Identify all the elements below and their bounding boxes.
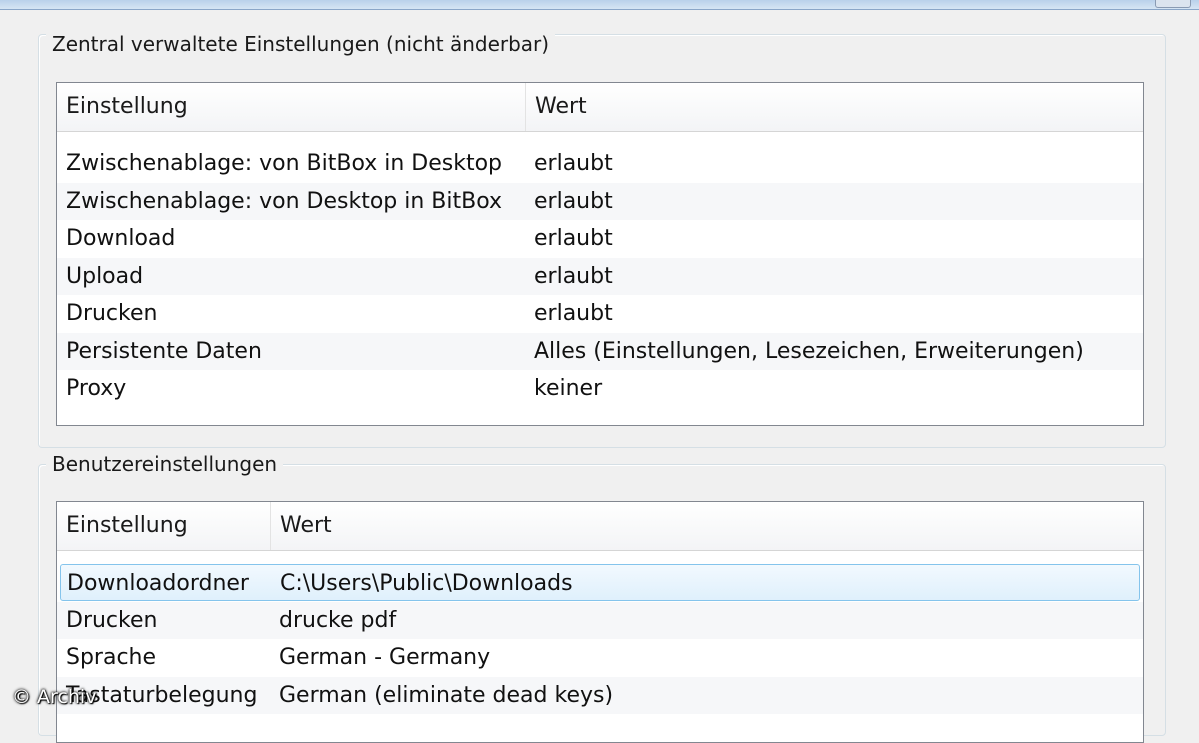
setting-name-cell: Drucken (66, 607, 158, 633)
table-row[interactable]: Drucken erlaubt (57, 295, 1143, 332)
close-button[interactable] (1155, 0, 1191, 8)
list-header: Einstellung Wert (57, 83, 1143, 132)
setting-value-cell: erlaubt (534, 188, 613, 214)
column-header-einstellung[interactable]: Einstellung (57, 502, 270, 550)
dialog-body: Zentral verwaltete Einstellungen (nicht … (0, 10, 1199, 743)
setting-value-cell: drucke pdf (279, 607, 397, 633)
central-settings-list[interactable]: Einstellung Wert Zwischenablage: von Bit… (56, 82, 1144, 426)
setting-value-cell: C:\Users\Public\Downloads (280, 571, 573, 596)
table-row[interactable]: Drucken drucke pdf (57, 601, 1143, 639)
list-header: Einstellung Wert (57, 502, 1143, 551)
table-row[interactable]: Upload erlaubt (57, 257, 1143, 295)
copyright-watermark: © Archiv (12, 686, 97, 708)
setting-value-cell: German (eliminate dead keys) (279, 682, 614, 708)
setting-value-cell: erlaubt (534, 301, 613, 326)
table-row[interactable]: Tastaturbelegung German (eliminate dead k… (57, 676, 1143, 714)
table-row[interactable]: Download erlaubt (57, 220, 1143, 257)
column-header-wert[interactable]: Wert (525, 83, 1143, 131)
table-row[interactable]: Persistente Daten Alles (Einstellungen, L… (57, 332, 1143, 370)
setting-value-cell: German - Germany (279, 645, 491, 670)
table-row[interactable]: Downloadordner C:\Users\Public\Downloads (60, 564, 1140, 601)
setting-name-cell: Zwischenablage: von Desktop in BitBox (66, 188, 503, 214)
setting-name-cell: Drucken (66, 301, 158, 326)
setting-name-cell: Zwischenablage: von BitBox in Desktop (66, 151, 503, 176)
setting-name-cell: Downloadordner (67, 571, 249, 596)
column-header-einstellung[interactable]: Einstellung (57, 83, 525, 131)
setting-name-cell: Upload (66, 263, 144, 289)
user-settings-list[interactable]: Einstellung Wert Downloadordner C:\Users\… (56, 501, 1144, 743)
table-row[interactable]: Sprache German - Germany (57, 639, 1143, 676)
table-row[interactable]: Proxy keiner (57, 370, 1143, 407)
table-row[interactable]: Zwischenablage: von BitBox in Desktop erl… (57, 145, 1143, 182)
setting-name-cell: Proxy (66, 376, 127, 401)
table-row[interactable]: Zwischenablage: von Desktop in BitBox erl… (57, 182, 1143, 220)
setting-value-cell: Alles (Einstellungen, Lesezeichen, Erwei… (534, 338, 1084, 364)
setting-value-cell: erlaubt (534, 151, 613, 176)
central-settings-group-title: Zentral verwaltete Einstellungen (nicht … (46, 32, 556, 56)
setting-value-cell: erlaubt (534, 226, 613, 251)
setting-value-cell: erlaubt (534, 263, 613, 289)
setting-name-cell: Sprache (66, 645, 157, 670)
setting-name-cell: Persistente Daten (66, 338, 262, 364)
setting-value-cell: keiner (534, 376, 603, 401)
user-settings-group-title: Benutzereinstellungen (46, 452, 284, 476)
setting-name-cell: Download (66, 226, 176, 251)
column-header-wert[interactable]: Wert (270, 502, 1143, 550)
window-titlebar (0, 0, 1199, 10)
